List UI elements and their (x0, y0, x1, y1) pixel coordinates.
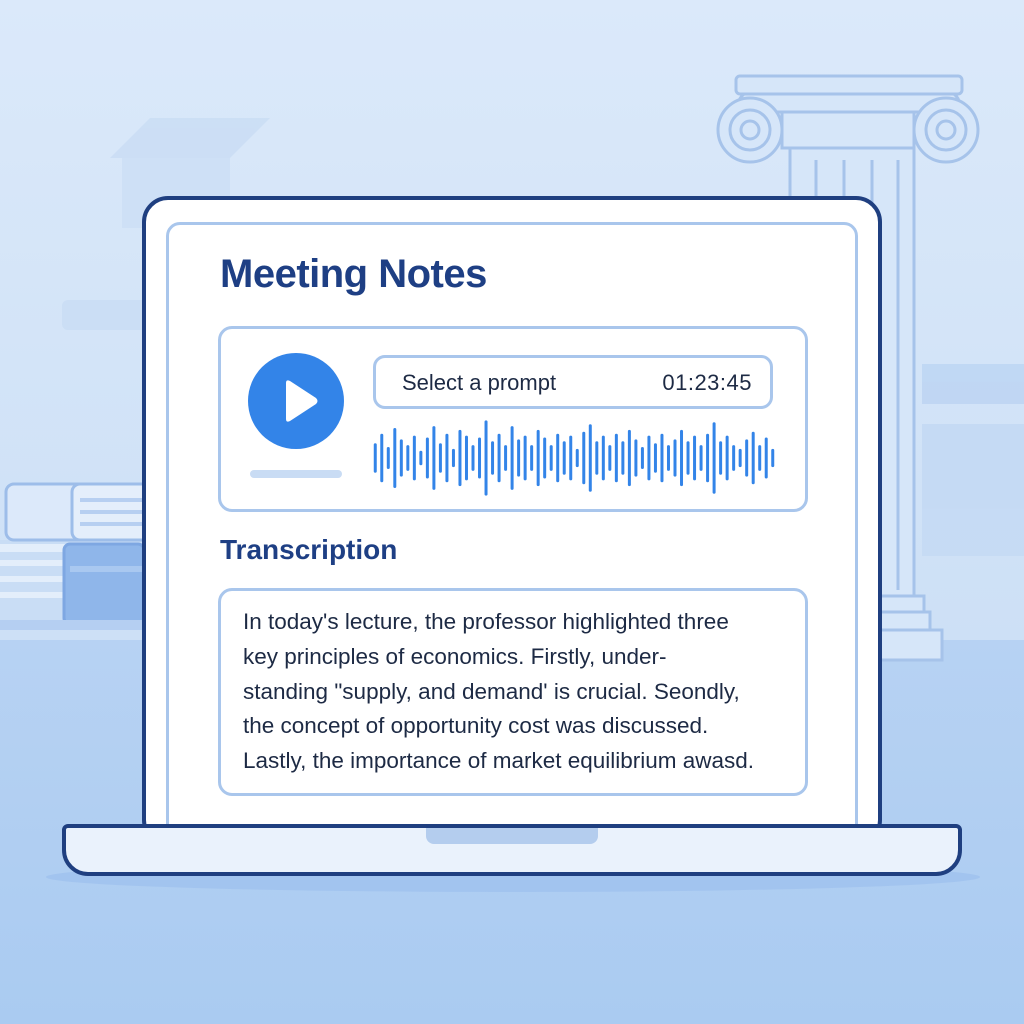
play-icon (286, 380, 318, 422)
transcription-text: In today's lecture, the professor highli… (243, 605, 803, 779)
wall-panel-illustration (922, 364, 1024, 556)
transcription-line: the concept of opportunity cost was disc… (243, 713, 709, 739)
transcription-line: In today's lecture, the professor highli… (243, 609, 729, 634)
laptop-notch (426, 828, 598, 844)
transcription-line: standing "supply, and demand' is crucial… (243, 678, 740, 704)
transcription-heading: Transcription (220, 534, 398, 565)
books-illustration (0, 482, 154, 630)
prompt-select[interactable]: Select a prompt 01:23:45 (373, 355, 773, 409)
playback-timestamp: 01:23:45 (662, 370, 752, 395)
playback-progress-bar[interactable] (250, 470, 342, 478)
audio-waveform[interactable] (372, 418, 776, 498)
prompt-select-label: Select a prompt (402, 370, 557, 395)
page-title: Meeting Notes (220, 252, 487, 296)
transcription-box: In today's lecture, the professor highli… (218, 588, 808, 796)
transcription-line: key principles of economics. Firstly, un… (243, 643, 667, 669)
transcription-line: Lastly, the importance of market equilib… (243, 748, 755, 774)
play-button[interactable] (248, 353, 344, 449)
